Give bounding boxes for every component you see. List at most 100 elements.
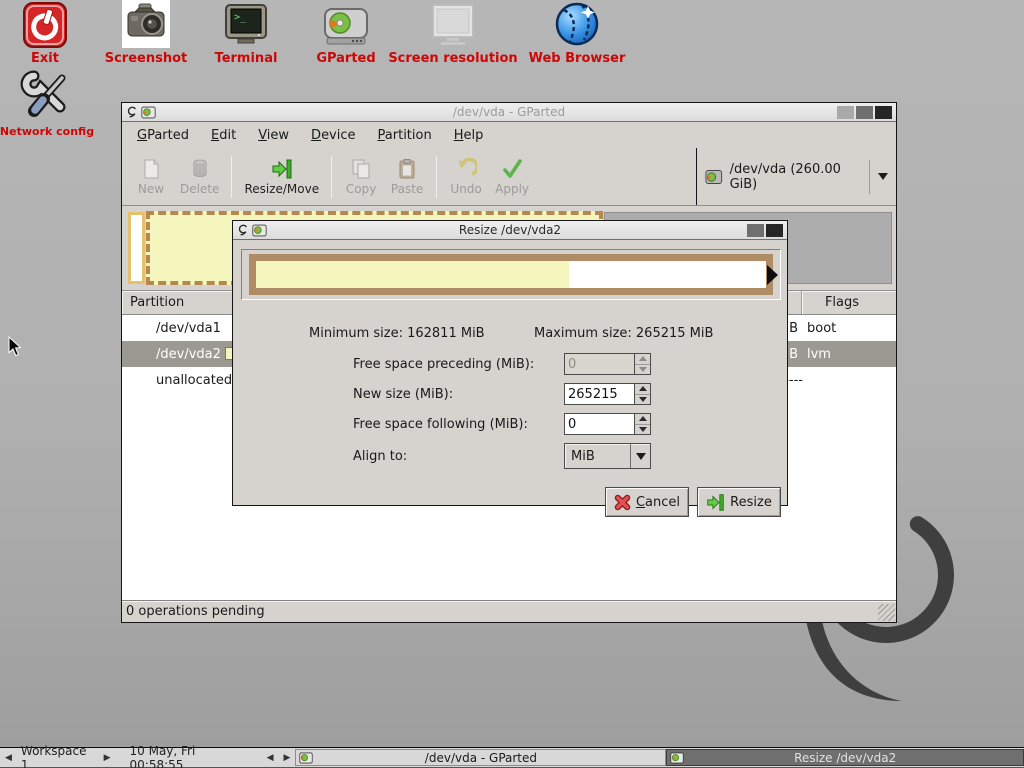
spin-up-icon[interactable] (635, 414, 650, 424)
tasklist-next-button[interactable]: ▶ (279, 748, 296, 767)
resize-move-icon (271, 158, 293, 180)
align-to-label: Align to: (353, 449, 407, 464)
apply-button[interactable]: Apply (489, 156, 535, 198)
undo-button[interactable]: Undo (443, 156, 489, 198)
device-selector[interactable]: /dev/vda (260.00 GiB) (696, 148, 896, 205)
free-space-following-spinner[interactable] (564, 413, 651, 435)
exit-power-icon (23, 2, 67, 48)
desktop-icon-gparted[interactable]: GParted (308, 6, 384, 66)
new-size-spinner[interactable] (564, 383, 651, 405)
desktop-icon-label: Terminal (215, 51, 278, 66)
dialog-body: Minimum size: 162811 MiB Maximum size: 2… (233, 240, 787, 506)
toolbar-separator (331, 156, 332, 198)
align-to-combobox[interactable]: MiB (564, 443, 651, 469)
close-button[interactable] (875, 106, 892, 119)
new-button[interactable]: New (128, 156, 174, 198)
taskbar: ◀ Workspace 1 ▶ 10 May, Fri 00:58:55 ◀ ▶… (0, 747, 1024, 768)
chevron-down-icon (636, 453, 646, 460)
resize-slider[interactable] (241, 249, 781, 300)
taskbar-task-gparted[interactable]: /dev/vda - GParted (295, 749, 666, 766)
paste-button[interactable]: Paste (384, 156, 430, 198)
resize-slider-track (256, 261, 766, 288)
desktop-icon-label: Network config (0, 125, 94, 138)
workspace-label: Workspace 1 (17, 748, 99, 767)
resize-slider-frame (249, 254, 773, 295)
desktop-icon-label: Screenshot (105, 51, 188, 66)
maximize-button[interactable] (856, 106, 873, 119)
column-header-flags[interactable]: Flags (801, 291, 896, 314)
workspace-next-button[interactable]: ▶ (99, 748, 116, 767)
menu-gparted[interactable]: GParted (128, 125, 198, 146)
workspace-prev-button[interactable]: ◀ (0, 748, 17, 767)
maximize-button[interactable] (747, 224, 764, 237)
spin-down-icon[interactable] (635, 394, 650, 405)
spin-down-icon[interactable] (635, 424, 650, 435)
menu-accel: V (258, 128, 267, 143)
menu-rest: dit (219, 128, 236, 143)
camera-icon (121, 0, 171, 48)
debian-swirl-icon (237, 223, 249, 237)
field-row-align: Align to: MiB (233, 443, 787, 469)
menu-edit[interactable]: Edit (202, 125, 245, 146)
undo-icon (455, 158, 477, 180)
partition-name: unallocated (122, 373, 232, 388)
menu-device[interactable]: Device (302, 125, 364, 146)
svg-text:>_: >_ (234, 12, 247, 23)
spin-up-icon[interactable] (635, 384, 650, 394)
taskbar-task-resize-dialog[interactable]: Resize /dev/vda2 (666, 749, 1024, 766)
copy-button[interactable]: Copy (338, 156, 384, 198)
resize-move-button[interactable]: Resize/Move (238, 156, 325, 198)
tasklist-prev-button[interactable]: ◀ (262, 748, 279, 767)
resize-grip[interactable] (878, 604, 895, 621)
menu-accel: G (137, 128, 147, 143)
close-button[interactable] (766, 224, 783, 237)
desktop-icon-network-config[interactable]: Network config (2, 70, 92, 138)
pending-operations-text: 0 operations pending (126, 604, 265, 619)
toolbar: New Delete Resize/Move Copy (122, 148, 896, 205)
partition-name: /dev/vda1 (122, 321, 221, 336)
menu-view[interactable]: View (249, 125, 298, 146)
delete-button[interactable]: Delete (174, 156, 225, 198)
toolbar-separator (231, 156, 232, 198)
gparted-titlebar[interactable]: /dev/vda - GParted (122, 103, 896, 122)
menu-partition[interactable]: Partition (369, 125, 441, 146)
free-space-preceding-spinner (564, 353, 651, 375)
chevron-down-icon (878, 173, 888, 180)
cancel-button[interactable]: Cancel (605, 487, 689, 517)
new-size-input[interactable] (565, 384, 634, 404)
minimize-button[interactable] (837, 106, 854, 119)
menubar: GParted Edit View Device Partition Help (122, 122, 896, 148)
apply-check-icon (501, 158, 523, 180)
free-space-following-input[interactable] (565, 414, 634, 434)
desktop-icon-terminal[interactable]: >_ Terminal (203, 4, 289, 66)
menu-rest: elp (463, 128, 483, 143)
align-to-value: MiB (565, 449, 630, 464)
field-row-preceding: Free space preceding (MiB): (233, 352, 787, 376)
desktop-icon-web-browser[interactable]: Web Browser (522, 0, 632, 66)
desktop-icon-screenshot[interactable]: Screenshot (100, 0, 192, 66)
toolbar-label: Resize/Move (244, 182, 319, 196)
menu-accel: E (211, 128, 219, 143)
menu-rest: Parted (147, 128, 189, 143)
gparted-mini-icon (252, 224, 267, 237)
spin-down-icon (635, 364, 650, 375)
gparted-disk-icon (323, 6, 369, 48)
menu-rest: iew (267, 128, 289, 143)
cancel-x-icon (614, 494, 631, 511)
partition-block-vda1[interactable] (128, 212, 145, 284)
dialog-titlebar[interactable]: Resize /dev/vda2 (233, 221, 787, 240)
resize-button[interactable]: Resize (697, 487, 781, 517)
device-label: /dev/vda (260.00 GiB) (730, 162, 862, 192)
desktop-icon-exit[interactable]: Exit (12, 2, 78, 66)
monitor-icon (429, 4, 477, 48)
desktop-icon-screen-resolution[interactable]: Screen resolution (384, 4, 522, 66)
task-label: /dev/vda - GParted (296, 751, 665, 765)
menu-rest: evice (321, 128, 355, 143)
menu-accel: P (378, 128, 385, 143)
resize-label: Resize (730, 495, 772, 510)
menu-help[interactable]: Help (445, 125, 493, 146)
resize-arrow-icon (706, 493, 725, 512)
flags-value: boot (807, 321, 836, 336)
field-row-following: Free space following (MiB): (233, 412, 787, 436)
right-resize-handle-icon[interactable] (767, 265, 778, 285)
